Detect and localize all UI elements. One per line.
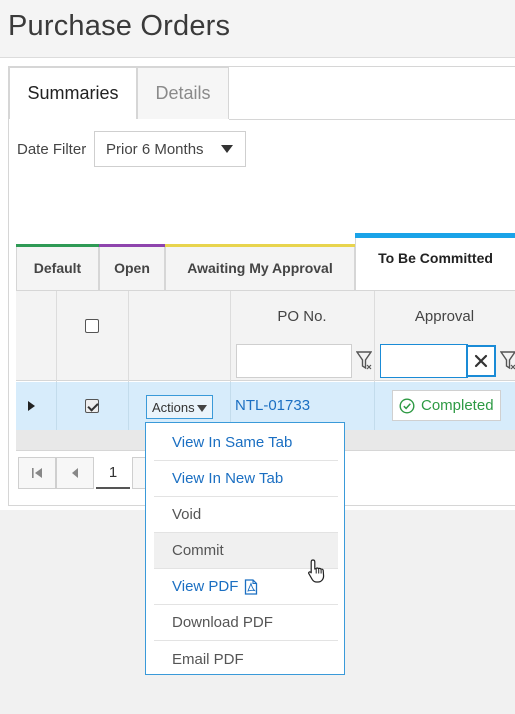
status-text: Completed (421, 397, 494, 414)
po-number-link[interactable]: NTL-01733 (235, 397, 310, 414)
first-page-button[interactable] (18, 457, 56, 489)
menu-item-view-in-same-tab[interactable]: View In Same Tab (154, 425, 338, 461)
actions-label: Actions (152, 399, 195, 415)
chevron-down-icon (197, 405, 207, 412)
close-icon (474, 354, 488, 368)
page-number[interactable]: 1 (96, 457, 130, 489)
view-tab-color-bar (165, 244, 355, 247)
menu-item-view-in-new-tab[interactable]: View In New Tab (154, 461, 338, 497)
column-separator (56, 382, 57, 430)
column-separator (128, 382, 129, 430)
grid-header: PO No. Approval (16, 290, 515, 382)
check-circle-icon (399, 397, 415, 414)
menu-item-void[interactable]: Void (154, 497, 338, 533)
view-tab-label: Open (114, 259, 150, 276)
column-header-po-no[interactable]: PO No. (230, 308, 374, 325)
status-badge: Completed (392, 390, 501, 421)
chevron-down-icon (221, 145, 233, 153)
clear-filter-button[interactable] (466, 345, 496, 377)
menu-item-download-pdf[interactable]: Download PDF (154, 605, 338, 641)
view-tab-label: Awaiting My Approval (187, 259, 333, 276)
actions-dropdown-button[interactable]: Actions (146, 395, 213, 419)
filter-funnel-icon[interactable] (356, 350, 372, 372)
tab-details[interactable]: Details (137, 67, 229, 119)
view-tab-label: Default (33, 259, 82, 276)
column-separator (128, 291, 129, 382)
pdf-icon (245, 578, 258, 595)
date-filter-label: Date Filter (17, 141, 87, 158)
first-page-icon (32, 468, 42, 478)
po-no-filter-input[interactable] (236, 344, 352, 378)
view-tab-label: To Be Committed (378, 250, 493, 266)
view-tab-open[interactable]: Open (99, 244, 165, 290)
menu-item-email-pdf[interactable]: Email PDF (154, 641, 338, 677)
page-title: Purchase Orders (8, 10, 231, 42)
actions-menu: View In Same Tab View In New Tab Void Co… (145, 422, 345, 675)
expand-row-icon[interactable] (28, 401, 35, 411)
hand-cursor-icon (308, 559, 325, 583)
column-header-approval[interactable]: Approval (374, 308, 515, 325)
menu-item-label: View PDF (172, 578, 239, 595)
filter-funnel-icon[interactable] (500, 350, 515, 372)
view-tab-default[interactable]: Default (16, 244, 99, 290)
view-tab-color-bar (355, 233, 515, 238)
date-filter-value: Prior 6 Months (106, 140, 204, 158)
view-tab-color-bar (16, 244, 99, 247)
tab-summaries[interactable]: Summaries (9, 67, 137, 119)
tab-bar: Summaries Details (9, 67, 515, 119)
date-filter-select[interactable]: Prior 6 Months (94, 131, 246, 167)
approval-filter-input[interactable] (380, 344, 468, 378)
view-tab-color-bar (99, 244, 165, 247)
row-select-checkbox[interactable] (85, 399, 99, 413)
tab-divider (229, 119, 515, 120)
column-separator (374, 382, 375, 430)
column-separator (56, 291, 57, 382)
view-tab-to-be-committed[interactable]: To Be Committed (355, 233, 515, 290)
page-header: Purchase Orders (0, 0, 515, 58)
view-tab-awaiting-my-approval[interactable]: Awaiting My Approval (165, 244, 355, 290)
column-separator (374, 291, 375, 382)
column-separator (230, 291, 231, 382)
select-all-checkbox[interactable] (85, 319, 99, 333)
previous-page-icon (72, 468, 78, 478)
previous-page-button[interactable] (56, 457, 94, 489)
next-page-button[interactable] (132, 457, 146, 489)
